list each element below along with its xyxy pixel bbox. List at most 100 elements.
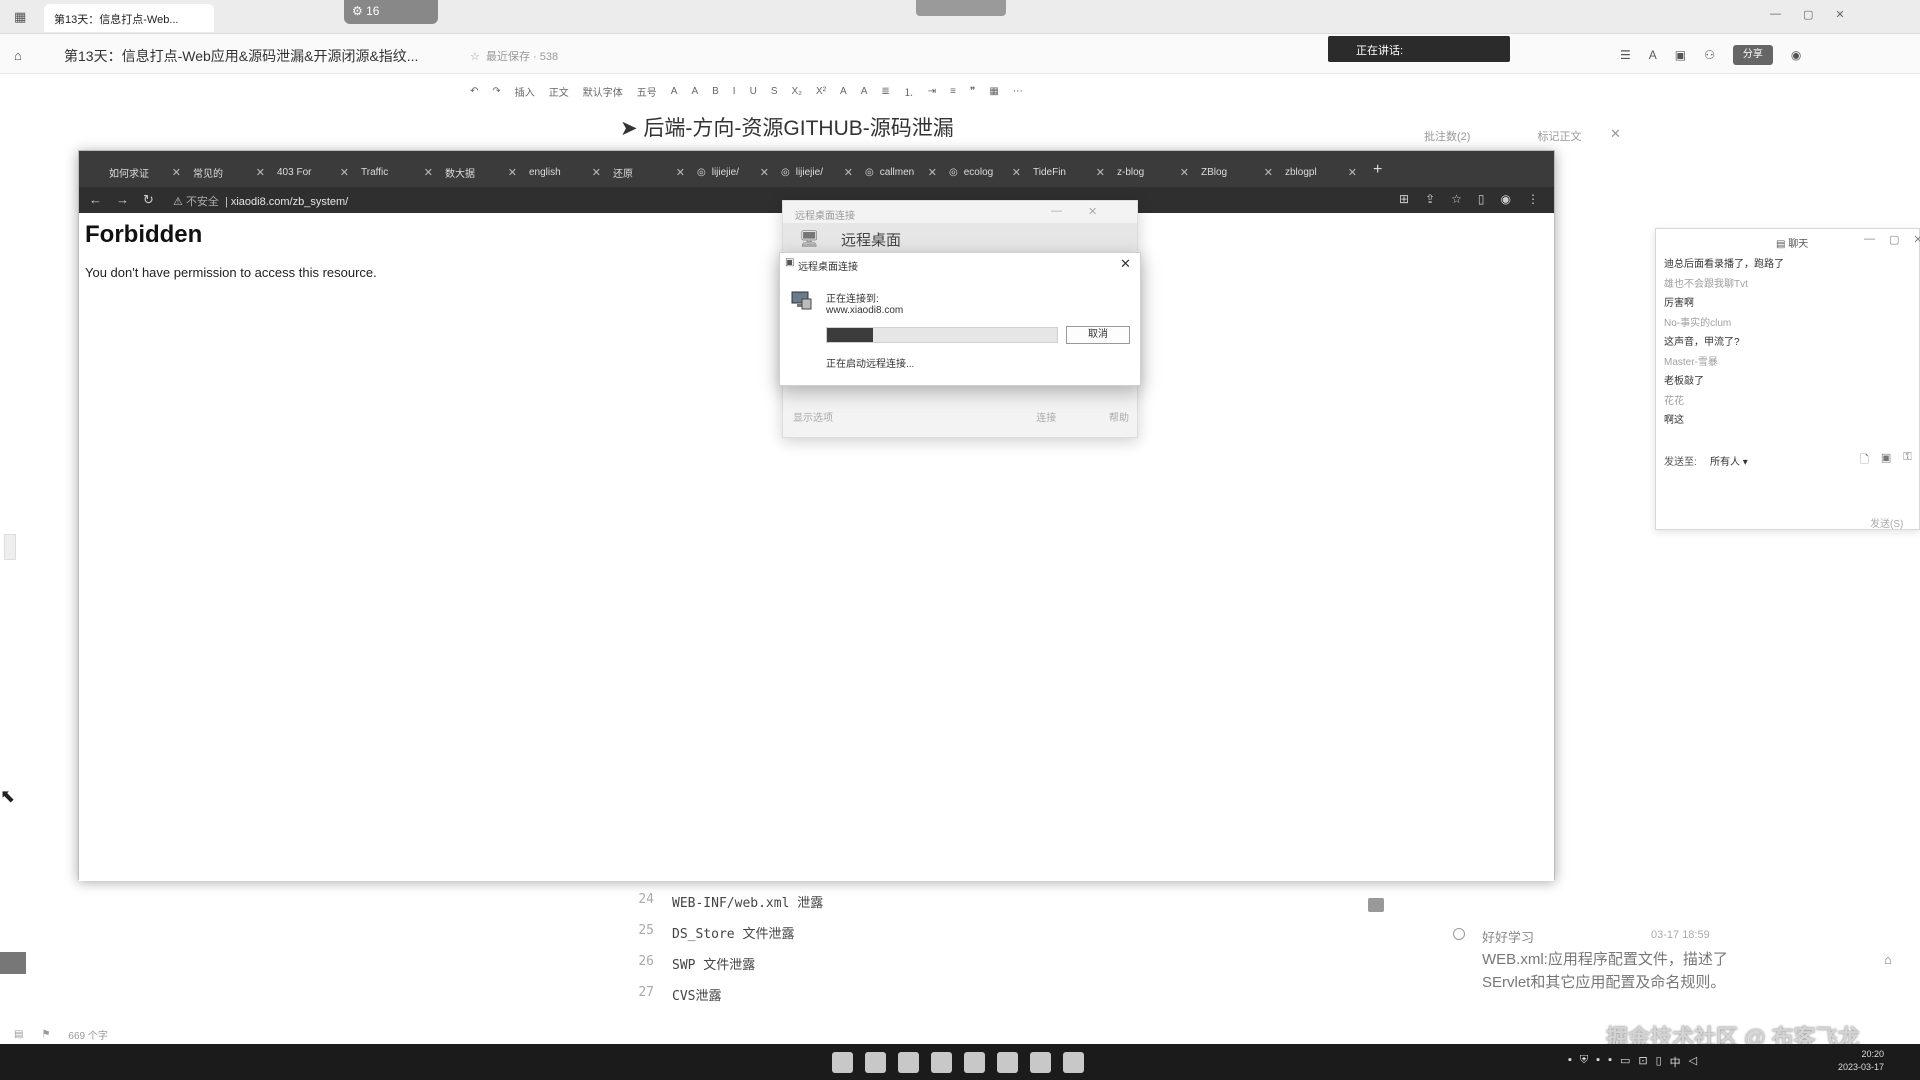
maximize-icon[interactable]: ▢ xyxy=(1803,8,1813,26)
close-icon[interactable]: ✕ xyxy=(1180,166,1189,179)
close-icon[interactable]: ✕ xyxy=(844,166,853,179)
toolbar-insert[interactable]: 插入 xyxy=(515,84,535,99)
browser-tab[interactable]: ◎ callmen ✕ xyxy=(859,157,943,187)
browser-tab[interactable]: 如何求证 ✕ xyxy=(103,157,187,187)
folder-icon[interactable] xyxy=(865,1052,886,1073)
toolbar-size[interactable]: 五号 xyxy=(637,84,657,99)
send-button[interactable]: 发送(S) xyxy=(1870,515,1903,530)
share-button[interactable]: 分享 xyxy=(1732,45,1773,65)
toolbar-font[interactable]: 默认字体 xyxy=(583,84,623,99)
present-icon[interactable]: ▣ xyxy=(1675,48,1686,62)
star-icon[interactable]: ☆ xyxy=(1451,192,1462,206)
tray-icon[interactable]: ▪ xyxy=(1608,1054,1612,1070)
comments-count[interactable]: 批注数(2) xyxy=(1424,131,1470,143)
close-icon[interactable]: ✕ xyxy=(592,166,601,179)
remote-desktop-icon[interactable] xyxy=(1063,1052,1084,1073)
quote-icon[interactable]: ❞ xyxy=(970,86,975,97)
clock[interactable]: 20:20 2023-03-17 xyxy=(1838,1048,1884,1074)
close-icon[interactable]: ✕ xyxy=(508,166,517,179)
minimize-icon[interactable]: — xyxy=(1864,233,1875,246)
numbered-list-icon[interactable]: ⒈ xyxy=(904,84,914,99)
toolbar-underline[interactable]: U xyxy=(750,86,757,97)
volume-icon[interactable]: ◁ xyxy=(1689,1054,1697,1070)
close-icon[interactable]: ✕ xyxy=(760,166,769,179)
browser-tab[interactable]: 403 For ✕ xyxy=(271,157,355,187)
chat-icon[interactable]: ▭ xyxy=(1620,1054,1630,1070)
terminal-icon[interactable] xyxy=(1030,1052,1051,1073)
network-icon[interactable]: ⊡ xyxy=(1638,1054,1647,1070)
meeting-widget[interactable]: ⚙ 16 xyxy=(344,0,438,24)
left-panel-handle[interactable] xyxy=(4,534,16,560)
toolbar-style[interactable]: 正文 xyxy=(549,84,569,99)
toolbar-grow[interactable]: A xyxy=(671,86,678,97)
browser-tab[interactable]: 数大据 ✕ xyxy=(439,157,523,187)
translate-icon[interactable]: ⊞ xyxy=(1399,192,1409,206)
block-handle-icon[interactable] xyxy=(1368,898,1384,912)
close-icon[interactable]: ✕ xyxy=(676,166,685,179)
close-icon[interactable]: ✕ xyxy=(1348,166,1357,179)
screen-share-handle[interactable] xyxy=(916,0,1006,16)
toolbar-shrink[interactable]: A xyxy=(691,86,698,97)
profile-icon[interactable]: ◉ xyxy=(1501,192,1511,206)
app-icon[interactable] xyxy=(964,1052,985,1073)
home-icon[interactable]: ⌂ xyxy=(14,48,22,63)
star-icon[interactable]: ☆ xyxy=(470,51,480,63)
connect-button[interactable]: 连接 xyxy=(1036,413,1056,424)
reload-icon[interactable]: ↻ xyxy=(143,192,154,208)
minimize-icon[interactable]: — xyxy=(1770,8,1781,26)
browser-tab[interactable]: 还原 ✕ xyxy=(607,157,691,187)
back-icon[interactable]: ← xyxy=(89,192,102,208)
tray-icon[interactable]: ▪ xyxy=(1596,1054,1600,1070)
close-icon[interactable]: ✕ xyxy=(1088,205,1097,218)
collab-icon[interactable]: ⚇ xyxy=(1704,48,1715,62)
tray-icon[interactable]: ▪ xyxy=(1568,1054,1572,1070)
comments-tab[interactable]: 标记正文 xyxy=(1538,131,1582,143)
show-options-link[interactable]: 显示选项 xyxy=(793,409,833,424)
indent-icon[interactable]: ⇥ xyxy=(928,86,936,97)
close-icon[interactable]: ✕ xyxy=(1264,166,1273,179)
close-icon[interactable]: ✕ xyxy=(340,166,349,179)
start-icon[interactable] xyxy=(832,1052,853,1073)
shield-icon[interactable]: ⛨ xyxy=(1580,1054,1588,1070)
align-icon[interactable]: ≡ xyxy=(950,86,956,97)
browser-tab-active[interactable]: zblogpl ✕ xyxy=(1279,157,1363,187)
close-icon[interactable]: ✕ xyxy=(1012,166,1021,179)
avatar[interactable]: ◉ xyxy=(1791,48,1801,62)
doc-tab[interactable]: 第13天：信息打点-Web... xyxy=(44,4,214,32)
new-tab-button[interactable]: + xyxy=(1363,157,1392,187)
list-icon[interactable]: ≣ xyxy=(881,86,889,97)
close-icon[interactable]: ✕ xyxy=(1096,166,1105,179)
lock-icon[interactable]: ⚿ xyxy=(1903,451,1911,470)
redo-icon[interactable]: ↷ xyxy=(492,86,500,97)
browser-tab[interactable]: ZBlog ✕ xyxy=(1195,157,1279,187)
more-icon[interactable]: ⋯ xyxy=(1013,86,1023,97)
doc-title[interactable]: 第13天：信息打点-Web应用&源码泄漏&开源闭源&指纹... xyxy=(64,46,418,66)
close-icon[interactable]: ✕ xyxy=(928,166,937,179)
outline-icon[interactable]: ▤ xyxy=(14,1029,23,1040)
outline-toggle[interactable] xyxy=(0,952,26,974)
kebab-menu-icon[interactable]: ⋮ xyxy=(1527,192,1539,206)
sidebar-icon[interactable]: ▯ xyxy=(1478,192,1485,206)
browser-tab[interactable]: english ✕ xyxy=(523,157,607,187)
browser-tab[interactable]: ◎ lijiejie/ ✕ xyxy=(775,157,859,187)
ime-indicator[interactable]: 中 xyxy=(1670,1054,1681,1070)
browser-tab[interactable]: Traffic ✕ xyxy=(355,157,439,187)
close-icon[interactable]: ✕ xyxy=(1120,256,1131,272)
edge-icon[interactable] xyxy=(898,1052,919,1073)
font-icon[interactable]: A xyxy=(1649,48,1657,62)
close-icon[interactable]: ✕ xyxy=(256,166,265,179)
browser-tab[interactable]: 常见的 ✕ xyxy=(187,157,271,187)
file-icon[interactable]: 🗋 xyxy=(1860,451,1869,470)
toolbar-italic[interactable]: I xyxy=(733,86,736,97)
close-icon[interactable]: ✕ xyxy=(424,166,433,179)
battery-icon[interactable]: ▯ xyxy=(1656,1054,1662,1070)
share-icon[interactable]: ⇪ xyxy=(1425,192,1435,206)
browser-tab[interactable]: ◎ ecolog ✕ xyxy=(943,157,1027,187)
send-to-select[interactable]: 所有人 ▾ xyxy=(1710,453,1748,468)
word-count[interactable]: 669 个字 xyxy=(68,1027,107,1042)
menu-icon[interactable]: ☰ xyxy=(1620,48,1631,62)
close-icon[interactable]: ✕ xyxy=(1610,126,1621,142)
toolbar-color[interactable]: A xyxy=(861,86,868,97)
toolbar-bold[interactable]: B xyxy=(712,86,719,97)
document-icon[interactable] xyxy=(997,1052,1018,1073)
